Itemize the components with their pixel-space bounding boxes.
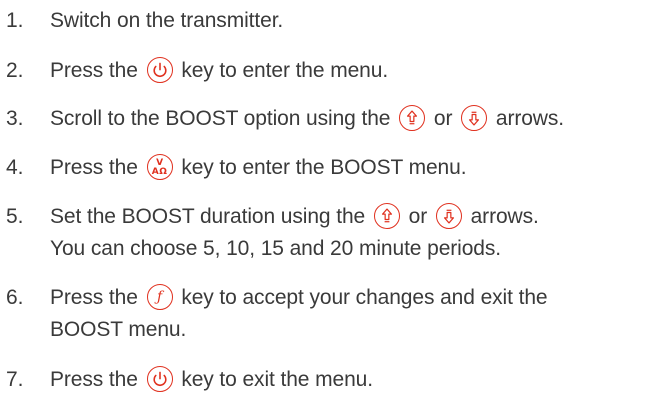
step-number: 3. <box>6 107 24 130</box>
step-text: Set the BOOST duration using the or arro… <box>50 203 539 229</box>
step-text: Press the key to enter the menu. <box>50 57 389 83</box>
step-number: 6. <box>6 286 24 309</box>
up-arrow-icon <box>373 203 400 229</box>
down-arrow-icon <box>461 105 488 131</box>
step-text: Press the key to exit the menu. <box>50 366 373 392</box>
v-a-omega-icon: V AΩ <box>146 154 173 180</box>
step-number: 4. <box>6 156 24 179</box>
down-arrow-icon <box>435 203 462 229</box>
step-number: 1. <box>6 9 24 32</box>
step-number: 5. <box>6 205 24 228</box>
step-text: Scroll to the BOOST option using the or … <box>50 105 565 131</box>
power-icon <box>146 57 173 83</box>
up-arrow-icon <box>399 105 426 131</box>
step-text: Press the V AΩ key to enter the BOOST men… <box>50 154 467 180</box>
step-text: BOOST menu. <box>50 318 187 341</box>
step-text: Press the ƒ key to accept your changes a… <box>50 284 548 310</box>
step-text: You can choose 5, 10, 15 and 20 minute p… <box>50 237 502 260</box>
step-number: 7. <box>6 368 24 391</box>
power-icon <box>146 366 173 392</box>
step-text: Switch on the transmitter. <box>50 9 284 32</box>
function-icon: ƒ <box>146 284 173 310</box>
step-number: 2. <box>6 59 24 82</box>
